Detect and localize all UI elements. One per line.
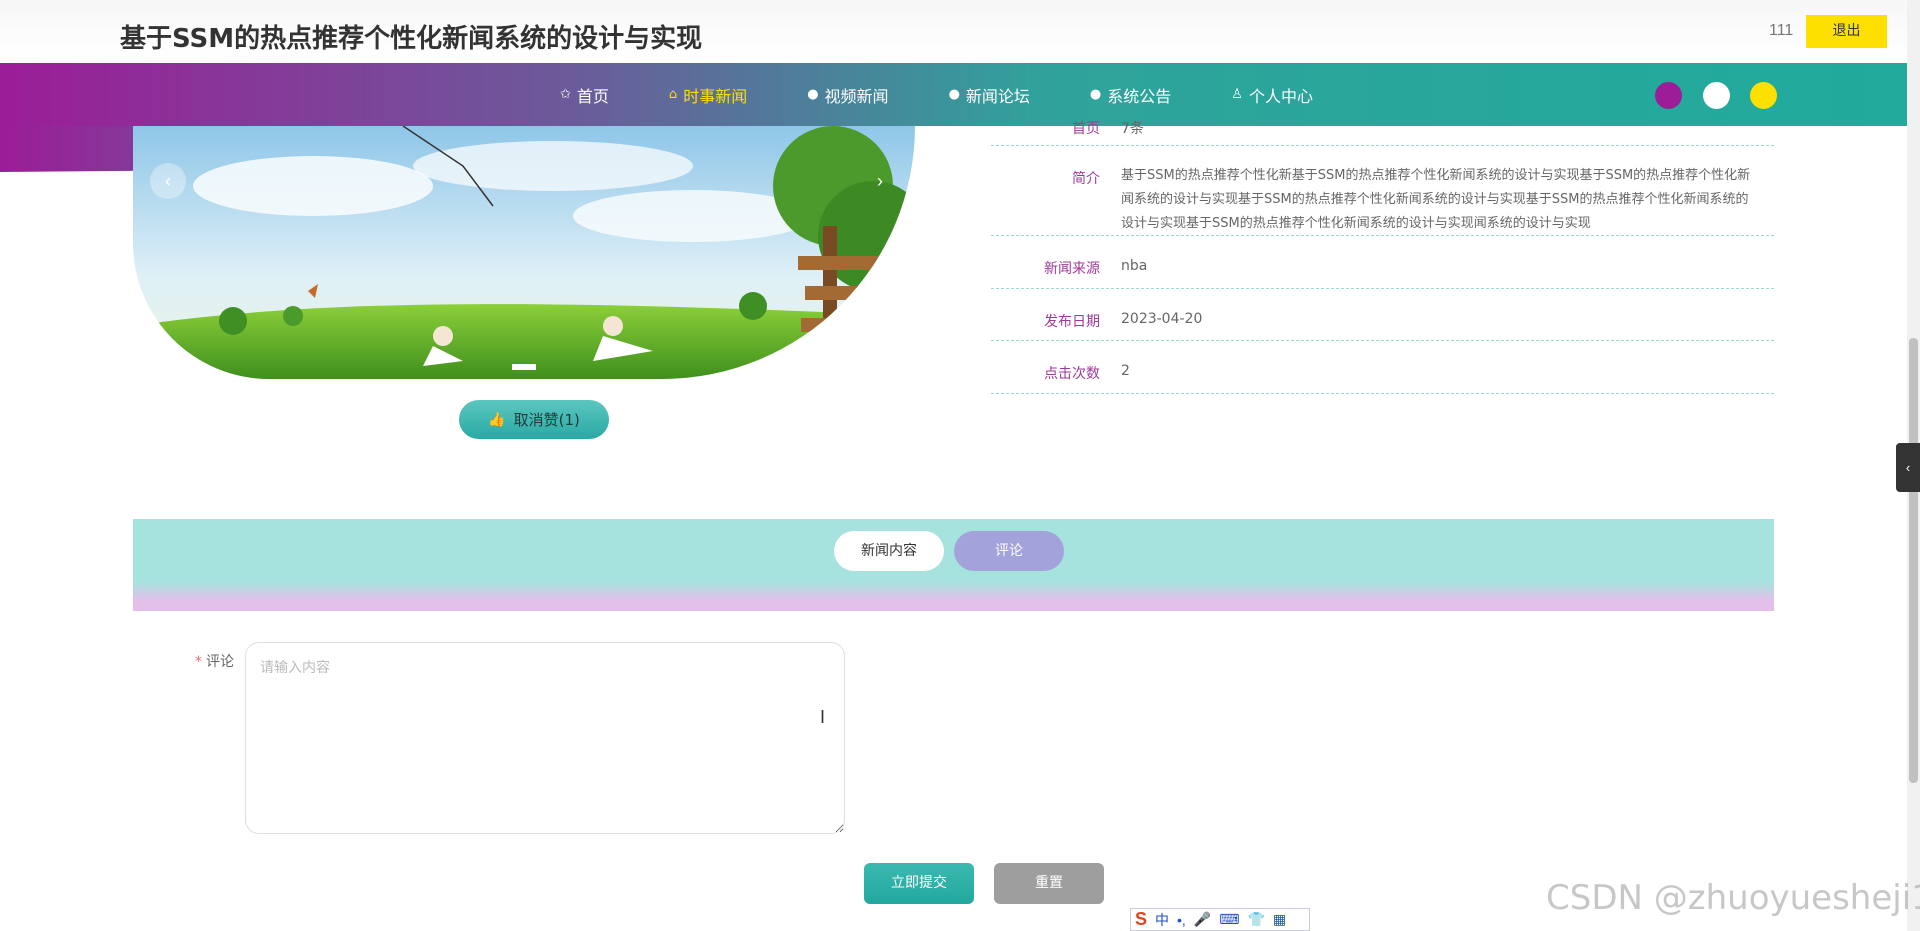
tab-comments[interactable]: 评论 (954, 531, 1064, 571)
grid-menu-icon[interactable]: ▦ (1273, 911, 1286, 928)
comment-field-label: * 评论 (195, 651, 234, 671)
detail-value: nba (1121, 258, 1148, 274)
detail-label: 发布日期 (1044, 314, 1100, 330)
nav-item-label: 视频新闻 (824, 86, 889, 106)
nav-item-home[interactable]: ✩ 首页 (560, 83, 609, 107)
star-icon: ✩ (560, 87, 571, 102)
nav-item-forum[interactable]: ● 新闻论坛 (949, 83, 1030, 107)
tab-news-content[interactable]: 新闻内容 (834, 531, 944, 571)
info-icon: ● (1089, 87, 1102, 102)
nav-item-label: 系统公告 (1107, 86, 1172, 106)
nav-item-label: 个人中心 (1248, 86, 1313, 106)
detail-value: 7条 (1121, 121, 1144, 137)
nav-item-announcements[interactable]: ● 系统公告 (1090, 83, 1171, 107)
unlike-button[interactable]: 👍 取消赞(1) (459, 400, 609, 439)
submit-button[interactable]: 立即提交 (864, 863, 974, 904)
user-name[interactable]: 111 (1769, 22, 1793, 40)
sogou-logo-icon: S (1135, 909, 1148, 929)
nav-item-profile[interactable]: ♙ 个人中心 (1231, 83, 1313, 107)
skin-icon[interactable]: 👕 (1247, 911, 1264, 928)
detail-row-intro: 简介 基于SSM的热点推荐个性化新基于SSM的热点推荐个性化新闻系统的设计与实现… (991, 146, 1774, 236)
nav-item-label: 新闻论坛 (965, 86, 1030, 106)
comment-label-text: 评论 (206, 654, 234, 670)
logout-button[interactable]: 退出 (1806, 15, 1887, 48)
site-title: 基于SSM的热点推荐个性化新闻系统的设计与实现 (120, 24, 703, 54)
carousel-indicator[interactable] (512, 364, 536, 370)
nav-item-video-news[interactable]: ● 视频新闻 (807, 83, 888, 107)
detail-value: 基于SSM的热点推荐个性化新基于SSM的热点推荐个性化新闻系统的设计与实现基于S… (1121, 168, 1751, 231)
theme-color-yellow[interactable] (1750, 82, 1777, 109)
scrollbar-thumb[interactable] (1909, 338, 1918, 783)
microphone-icon[interactable]: 🎤 (1194, 911, 1211, 928)
keyboard-icon[interactable]: ⌨ (1219, 911, 1239, 928)
required-mark: * (195, 654, 202, 670)
detail-row-partial: 首页 7条 (991, 118, 1774, 146)
nav-item-label: 时事新闻 (683, 86, 748, 106)
thumbs-up-icon: 👍 (488, 411, 506, 428)
info-icon: ● (807, 87, 819, 102)
user-icon: ♙ (1231, 87, 1243, 102)
detail-value: 2023-04-20 (1121, 311, 1203, 327)
csdn-watermark: CSDN @zhuoyuesheji1 (1546, 878, 1920, 918)
carousel-next-button[interactable]: › (862, 163, 898, 199)
detail-row-date: 发布日期 2023-04-20 (991, 289, 1774, 341)
nav-item-current-news[interactable]: ⌂ 时事新闻 (669, 83, 747, 107)
theme-color-white[interactable] (1703, 82, 1730, 109)
top-header: 基于SSM的热点推荐个性化新闻系统的设计与实现 111 退出 (0, 0, 1920, 63)
nav-menu: ✩ 首页 ⌂ 时事新闻 ● 视频新闻 ● 新闻论坛 ● 系统公告 ♙ 个人中心 (560, 63, 1373, 126)
theme-color-purple[interactable] (1655, 82, 1682, 109)
ime-punctuation-icon[interactable]: •, (1177, 912, 1186, 928)
detail-value: 2 (1121, 363, 1130, 379)
comment-textarea[interactable] (245, 642, 845, 834)
news-image (133, 126, 915, 379)
reset-button[interactable]: 重置 (994, 863, 1104, 904)
ime-chinese-mode[interactable]: 中 (1155, 910, 1169, 930)
tab-band (133, 519, 1774, 611)
chevron-left-icon[interactable]: ‹ (1896, 443, 1920, 492)
carousel-prev-button[interactable]: ‹ (150, 163, 186, 199)
detail-row-source: 新闻来源 nba (991, 236, 1774, 289)
detail-label: 首页 (1072, 121, 1100, 137)
text-cursor-icon: I (820, 707, 826, 727)
help-icon: ● (948, 87, 960, 102)
nav-item-label: 首页 (576, 86, 609, 106)
detail-label: 点击次数 (1044, 366, 1100, 382)
ime-toolbar[interactable]: S 中 •, 🎤 ⌨ 👕 ▦ (1130, 908, 1310, 931)
detail-label: 简介 (1072, 171, 1100, 187)
detail-row-clicks: 点击次数 2 (991, 341, 1774, 394)
bag-icon: ⌂ (668, 87, 678, 102)
like-label: 取消赞(1) (513, 411, 580, 429)
news-image-carousel[interactable] (133, 126, 915, 379)
detail-label: 新闻来源 (1044, 261, 1100, 277)
